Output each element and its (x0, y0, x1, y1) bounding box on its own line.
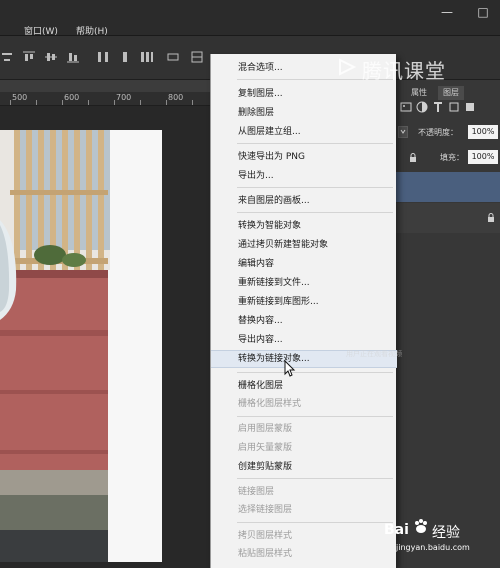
menu-item-link-layers: 链接图层 (238, 487, 275, 497)
maximize-button[interactable]: □ (466, 0, 500, 24)
menu-separator (237, 478, 393, 479)
tencent-classroom-logo-icon (336, 56, 358, 78)
menu-separator (237, 522, 393, 523)
ruler-tick (88, 100, 89, 105)
ruler-label: 800 (168, 93, 184, 102)
menu-separator (237, 212, 393, 213)
shape-filter-icon[interactable] (448, 101, 460, 113)
ruler-tick (166, 100, 167, 105)
menu-bar: 窗口(W) 帮助(H) — □ (0, 0, 500, 37)
layer-row-selected[interactable] (396, 172, 500, 202)
align-bottom-icon[interactable] (66, 50, 80, 64)
menu-separator (237, 372, 393, 373)
tab-layers[interactable]: 图层 (438, 86, 464, 100)
tencent-classroom-watermark: 腾讯课堂 (362, 59, 446, 83)
baidu-jingyan-text: 经验 (432, 525, 460, 541)
align-icon[interactable] (0, 50, 14, 64)
smart-object-filter-icon[interactable] (464, 101, 476, 113)
ruler-label: 600 (64, 93, 80, 102)
align-top-icon[interactable] (22, 50, 36, 64)
ruler-tick (140, 100, 141, 105)
layer-row[interactable] (396, 203, 500, 233)
menu-separator (237, 187, 393, 188)
menu-item-relink-to-library-graphic[interactable]: 重新链接到库图形... (211, 294, 397, 310)
menu-item-create-clipping-mask[interactable]: 创建剪贴蒙版 (211, 459, 397, 475)
menu-item-enable-layer-mask: 启用图层蒙版 (238, 424, 293, 434)
distribute-top-icon[interactable] (96, 50, 110, 64)
mouse-cursor-icon (283, 359, 297, 378)
opacity-field[interactable]: 100% (468, 125, 498, 139)
distribute-horizontal-icon[interactable] (166, 50, 180, 64)
menu-item-export-contents[interactable]: 导出内容... (211, 332, 397, 348)
document-tab[interactable] (0, 80, 210, 92)
menu-item-delete-layer[interactable]: 删除图层 (211, 105, 397, 121)
menu-item-rasterize-layer[interactable]: 栅格化图层 (211, 378, 397, 394)
menu-item-convert-smart-object[interactable]: 转换为智能对象 (211, 218, 397, 234)
adjustment-filter-icon[interactable] (416, 101, 428, 113)
canvas-area[interactable] (0, 106, 210, 568)
ruler-tick (62, 100, 63, 105)
ruler-tick (10, 100, 11, 105)
ruler-tick (36, 100, 37, 105)
opacity-label: 不透明度： (418, 128, 458, 137)
ruler-label: 500 (12, 93, 28, 102)
align-vcenter-icon[interactable] (44, 50, 58, 64)
distribute-center-icon[interactable] (118, 50, 132, 64)
baidu-brand-text: Bai (384, 522, 409, 538)
layer-context-menu: 混合选项... 复制图层... 删除图层 从图层建立组... 快速导出为 PNG… (210, 54, 397, 568)
menu-item-select-linked-layers: 选择链接图层 (238, 505, 293, 515)
auto-align-icon[interactable] (190, 50, 204, 64)
distribute-bottom-icon[interactable] (140, 50, 154, 64)
layer-lock-icon (486, 213, 496, 223)
menu-item-artboard-from-layer[interactable]: 来自图层的画板... (211, 193, 397, 209)
menu-item-enable-vector-mask: 启用矢量蒙版 (238, 443, 293, 453)
menu-item-new-smart-object-via-copy[interactable]: 通过拷贝新建智能对象 (211, 237, 397, 253)
tab-properties[interactable]: 属性 (406, 86, 432, 100)
ruler-tick (114, 100, 115, 105)
type-filter-icon[interactable] (432, 101, 444, 113)
ruler-tick (192, 100, 193, 105)
document-photo[interactable] (0, 130, 162, 562)
menu-item-edit-contents[interactable]: 编辑内容 (211, 256, 397, 272)
image-filter-icon[interactable] (400, 101, 412, 113)
menu-separator (237, 143, 393, 144)
menu-item-group-from-layer[interactable]: 从图层建立组... (211, 124, 397, 140)
fill-label: 填充： (440, 153, 464, 162)
blend-mode-dropdown[interactable] (398, 126, 408, 138)
lock-icon[interactable] (408, 153, 418, 163)
baidu-url-text: jingyan.baidu.com (396, 543, 470, 552)
menu-item-quick-export-png[interactable]: 快速导出为 PNG (211, 149, 397, 165)
minimize-button[interactable]: — (430, 0, 464, 24)
menu-item-copy-layer-style: 拷贝图层样式 (238, 531, 293, 541)
viewing-notice-watermark: 用户正在观看视频 (346, 350, 402, 358)
menu-item-export-as[interactable]: 导出为... (211, 168, 397, 184)
menu-separator (237, 416, 393, 417)
menu-item-rasterize-layer-style: 栅格化图层样式 (238, 399, 302, 409)
ruler-label: 700 (116, 93, 132, 102)
right-panels: 属性 图层 不透明度： 100% 填充： 100% (396, 80, 500, 568)
menu-item-relink-to-file[interactable]: 重新链接到文件... (211, 275, 397, 291)
menu-item-duplicate-layer[interactable]: 复制图层... (211, 86, 397, 102)
fill-field[interactable]: 100% (468, 150, 498, 164)
menu-item-replace-contents[interactable]: 替换内容... (211, 313, 397, 329)
menu-item-paste-layer-style: 粘贴图层样式 (238, 549, 293, 559)
horizontal-ruler: 500 600 700 800 (0, 92, 210, 106)
baidu-paw-icon (412, 518, 430, 536)
